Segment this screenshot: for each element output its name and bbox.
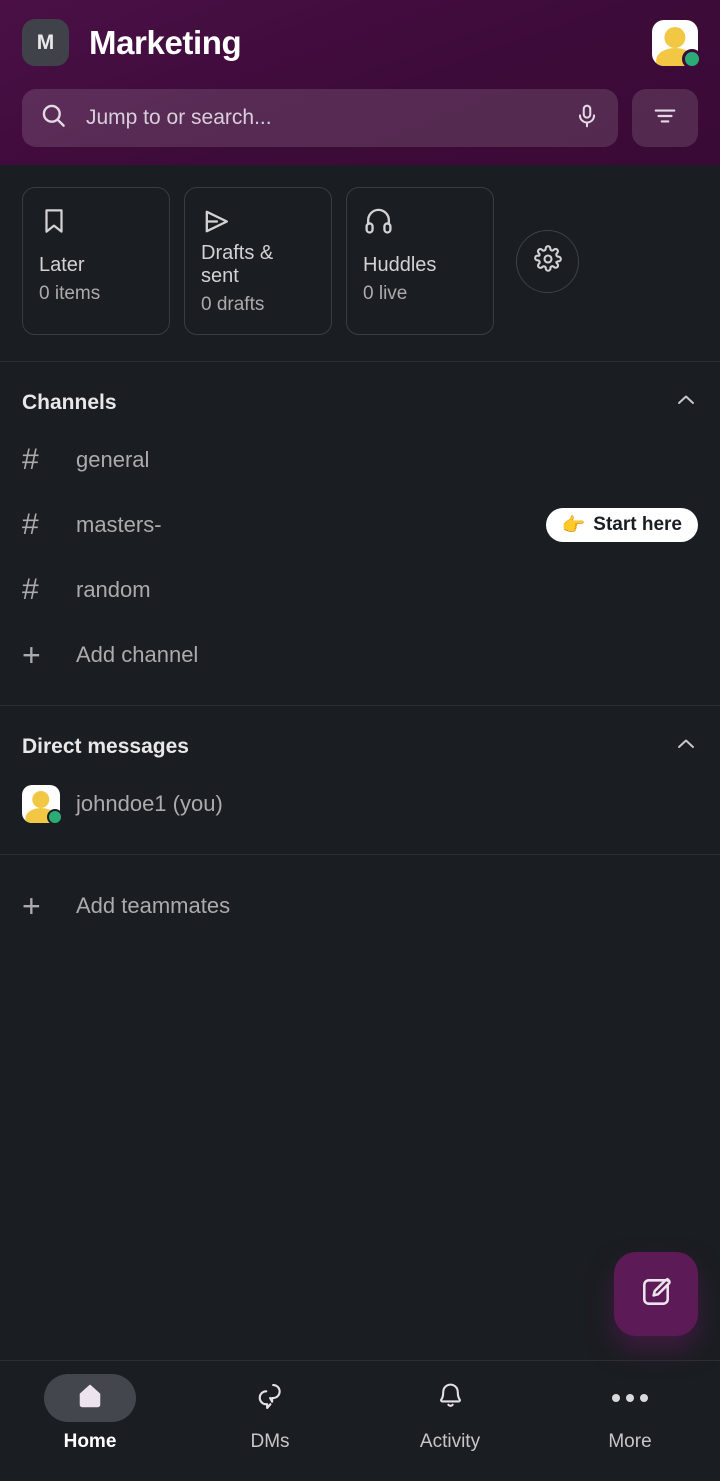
hash-icon: #	[22, 442, 39, 476]
bell-icon-wrap	[404, 1374, 496, 1422]
dms-icon-wrap	[224, 1374, 316, 1422]
channel-label: masters-	[76, 511, 162, 537]
quick-card-later[interactable]: Later 0 items	[22, 187, 170, 335]
home-icon	[76, 1382, 104, 1415]
quick-card-title: Drafts & sent	[201, 242, 274, 287]
channel-item-masters[interactable]: # masters- 👉 Start here	[0, 492, 720, 557]
bookmark-icon	[39, 206, 153, 250]
divider-dms	[0, 854, 720, 855]
quick-card-subtitle: 0 items	[39, 283, 101, 304]
nav-item-dms[interactable]: DMs	[180, 1374, 360, 1453]
pointing-hand-icon: 👉	[561, 514, 586, 536]
plus-icon: +	[22, 636, 41, 673]
page-title: Marketing	[89, 23, 242, 61]
filter-button[interactable]	[632, 89, 698, 147]
filter-icon	[652, 103, 678, 134]
presence-indicator	[47, 808, 63, 825]
avatar[interactable]	[652, 19, 702, 69]
channel-item-random[interactable]: # random	[0, 557, 720, 622]
channel-label: random	[76, 576, 151, 602]
home-icon-wrap	[44, 1374, 136, 1422]
quick-actions-row: Later 0 items Drafts & sent 0 drafts Hud…	[0, 165, 720, 361]
nav-item-more[interactable]: More	[540, 1374, 720, 1453]
plus-icon: +	[22, 887, 41, 924]
nav-item-home[interactable]: Home	[0, 1374, 180, 1453]
nav-label-dms: DMs	[250, 1431, 290, 1452]
headphones-icon	[363, 206, 477, 250]
dm-label: johndoe1 (you)	[76, 790, 223, 816]
settings-button[interactable]	[516, 229, 579, 293]
start-here-badge[interactable]: 👉 Start here	[545, 507, 698, 542]
channels-section-header[interactable]: Channels	[0, 362, 720, 427]
more-icon	[612, 1394, 648, 1402]
quick-card-title: Huddles	[363, 254, 437, 276]
start-here-label: Start here	[593, 513, 682, 535]
hash-icon: #	[22, 572, 39, 606]
channel-item-general[interactable]: # general	[0, 427, 720, 492]
add-teammates-button[interactable]: + Add teammates	[0, 873, 720, 938]
search-input[interactable]: Jump to or search...	[22, 89, 618, 147]
dms-section-title: Direct messages	[22, 734, 189, 758]
avatar	[22, 784, 63, 825]
workspace-initial: M	[36, 30, 55, 54]
bell-icon	[436, 1381, 465, 1415]
chevron-up-icon[interactable]	[674, 388, 698, 417]
add-teammates-label: Add teammates	[76, 892, 231, 918]
dm-item-johndoe1[interactable]: johndoe1 (you)	[0, 771, 720, 836]
header-top-row: M Marketing	[22, 0, 702, 85]
app-header: M Marketing Jump to or search...	[0, 0, 720, 165]
more-icon-wrap	[584, 1374, 676, 1422]
presence-indicator	[682, 48, 702, 69]
quick-card-title: Later	[39, 254, 85, 276]
compose-icon	[638, 1274, 674, 1315]
avatar-head	[664, 27, 686, 49]
channels-section-title: Channels	[22, 390, 117, 414]
add-channel-label: Add channel	[76, 641, 199, 667]
paper-plane-icon	[201, 206, 315, 238]
quick-card-drafts-and-sent[interactable]: Drafts & sent 0 drafts	[184, 187, 332, 335]
add-channel-button[interactable]: + Add channel	[0, 622, 720, 687]
dms-section-header[interactable]: Direct messages	[0, 706, 720, 771]
nav-label-activity: Activity	[419, 1431, 481, 1452]
quick-card-huddles[interactable]: Huddles 0 live	[346, 187, 494, 335]
search-placeholder: Jump to or search...	[86, 106, 272, 129]
nav-label-more: More	[608, 1431, 652, 1452]
workspace-badge[interactable]: M	[22, 19, 69, 66]
bottom-navigation: Home DMs Activity More	[0, 1360, 720, 1481]
dms-icon	[255, 1381, 285, 1416]
avatar-head	[32, 790, 50, 809]
search-icon	[40, 102, 67, 134]
channel-label: general	[76, 446, 150, 472]
header-search-row: Jump to or search...	[22, 85, 698, 151]
chevron-up-icon[interactable]	[674, 732, 698, 761]
gear-icon	[533, 244, 562, 278]
microphone-icon[interactable]	[574, 103, 600, 134]
quick-card-subtitle: 0 live	[363, 283, 408, 304]
nav-label-home: Home	[63, 1431, 117, 1452]
nav-item-activity[interactable]: Activity	[360, 1374, 540, 1453]
quick-card-subtitle: 0 drafts	[201, 294, 265, 315]
hash-icon: #	[22, 507, 39, 541]
compose-button[interactable]	[614, 1252, 698, 1336]
